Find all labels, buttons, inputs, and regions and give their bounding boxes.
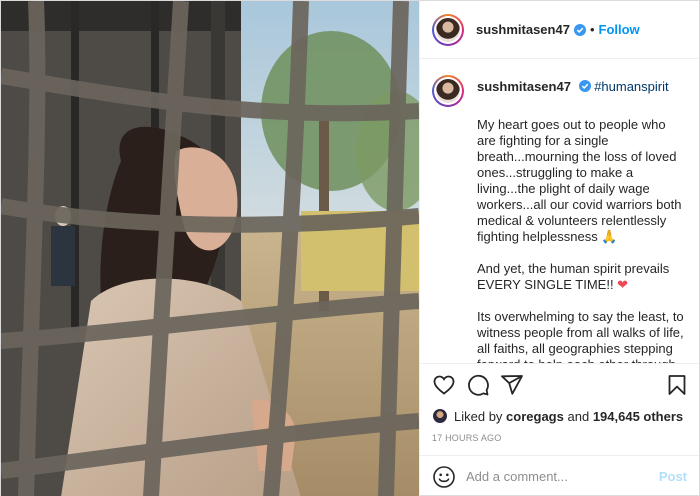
- action-bar: [420, 363, 699, 405]
- caption-avatar[interactable]: [432, 75, 464, 107]
- post-header: sushmitasen47 • Follow: [420, 1, 699, 59]
- liker-username[interactable]: coregags: [506, 409, 564, 424]
- verified-badge-icon: [578, 80, 591, 92]
- header-separator: •: [589, 22, 595, 37]
- author-username[interactable]: sushmitasen47: [476, 22, 570, 37]
- caption-paragraph-1: My heart goes out to people who are figh…: [477, 117, 686, 244]
- share-icon[interactable]: [500, 373, 524, 397]
- bookmark-icon[interactable]: [665, 373, 689, 397]
- heart-icon[interactable]: [432, 373, 456, 397]
- hashtag-link[interactable]: #humanspirit: [594, 79, 668, 94]
- post-comment-button[interactable]: Post: [659, 469, 687, 484]
- follow-button[interactable]: Follow: [599, 22, 640, 37]
- caption-username[interactable]: sushmitasen47: [477, 79, 571, 94]
- comment-icon[interactable]: [466, 373, 490, 397]
- caption-paragraph-2: And yet, the human spirit prevails EVERY…: [477, 261, 673, 292]
- emoji-icon[interactable]: [432, 465, 456, 489]
- comment-input[interactable]: [466, 469, 659, 484]
- post-sidebar: sushmitasen47 • Follow sushmitasen47 #hu…: [419, 1, 699, 496]
- add-comment-bar: Post: [420, 455, 699, 496]
- post-photo[interactable]: [1, 1, 419, 496]
- red-heart-emoji: ❤: [617, 277, 629, 292]
- caption-body: sushmitasen47 #humanspirit My heart goes…: [477, 75, 685, 363]
- post-timestamp[interactable]: 17 HOURS AGO: [420, 427, 699, 449]
- likes-summary: Liked by coregags and 194,645 others: [420, 405, 699, 427]
- liker-avatar[interactable]: [432, 408, 448, 424]
- comments-area[interactable]: sushmitasen47 #humanspirit My heart goes…: [420, 59, 699, 363]
- caption: sushmitasen47 #humanspirit My heart goes…: [432, 75, 685, 363]
- likes-count[interactable]: 194,645 others: [593, 409, 683, 424]
- caption-paragraph-3: Its overwhelming to say the least, to wi…: [477, 309, 684, 363]
- instagram-post: sushmitasen47 • Follow sushmitasen47 #hu…: [0, 0, 700, 496]
- verified-badge-icon: [573, 23, 586, 36]
- post-photo-scene: [1, 1, 419, 496]
- author-avatar[interactable]: [432, 13, 464, 46]
